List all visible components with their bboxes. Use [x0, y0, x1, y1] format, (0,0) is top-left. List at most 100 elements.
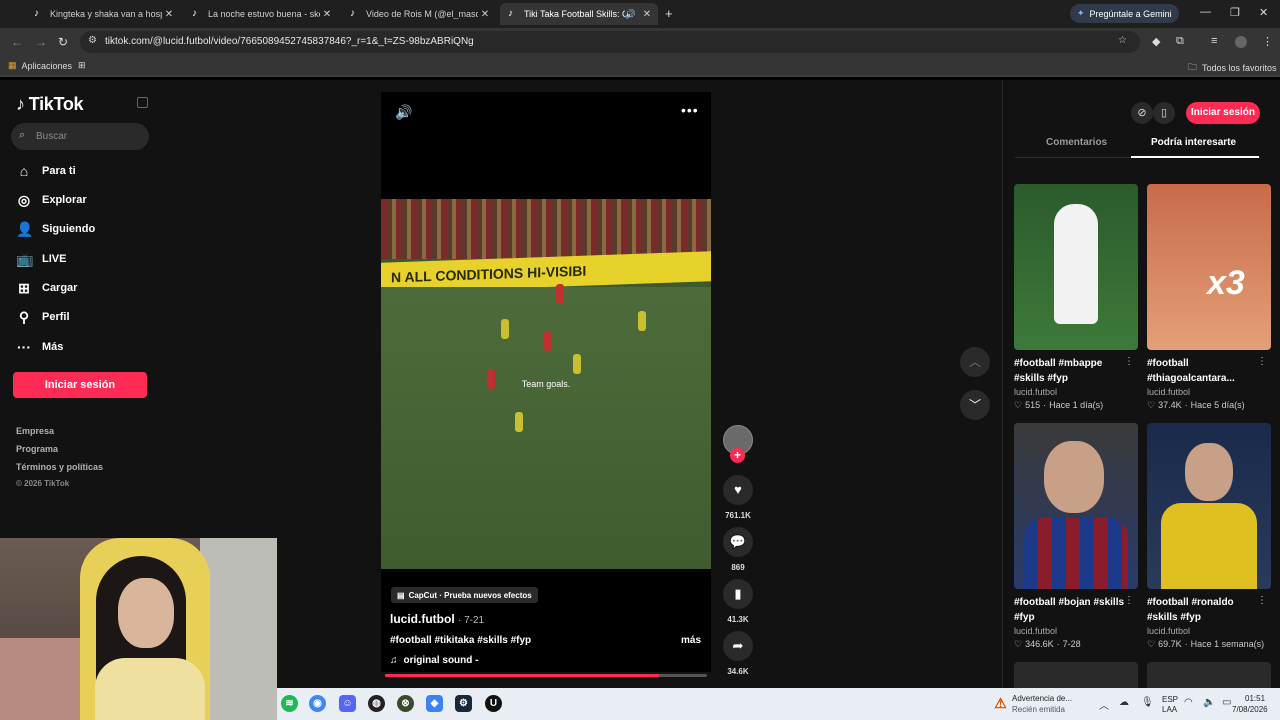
tab-podria-interesarte[interactable]: Podría interesarte	[1151, 137, 1236, 148]
footer-link-programa[interactable]: Programa	[16, 444, 58, 454]
nav-mas[interactable]: ··· Más	[16, 336, 63, 358]
share-button[interactable]: ➦	[723, 631, 753, 661]
collapse-sidebar-icon[interactable]	[137, 97, 148, 108]
forward-icon[interactable]: →	[35, 35, 47, 49]
app-icon[interactable]: ◆	[426, 695, 443, 712]
close-tab-icon[interactable]: ✕	[640, 9, 654, 20]
xbox-icon[interactable]: ⊗	[397, 695, 414, 712]
nav-perfil[interactable]: ⚲ Perfil	[16, 306, 70, 328]
phone-icon[interactable]: ▯	[1153, 102, 1175, 124]
speaker-icon[interactable]: 🔊	[625, 9, 636, 20]
close-tab-icon[interactable]: ✕	[320, 9, 334, 20]
tab-comentarios[interactable]: Comentarios	[1046, 137, 1107, 148]
apps-bookmark[interactable]: ▦ Aplicaciones	[8, 60, 72, 71]
obs-icon[interactable]: ◍	[368, 695, 385, 712]
language-region[interactable]: LAA	[1162, 705, 1177, 714]
close-tab-icon[interactable]: ✕	[478, 9, 492, 20]
video-thumbnail[interactable]	[1147, 423, 1271, 589]
tiktok-logo[interactable]: ♪ TikTok	[16, 94, 84, 115]
card-author[interactable]: lucid.futbol	[1147, 626, 1271, 636]
close-tab-icon[interactable]: ✕	[162, 9, 176, 20]
card-title[interactable]: #football #thiagoalcantara...	[1147, 356, 1262, 386]
clock-date[interactable]: 7/08/2026	[1232, 705, 1268, 714]
video-thumbnail[interactable]	[1014, 184, 1138, 350]
video-card[interactable]: #football #mbappe #skills #fyp ⋮ lucid.f…	[1014, 184, 1138, 411]
wifi-icon[interactable]: ◠	[1184, 697, 1193, 708]
back-icon[interactable]: ←	[11, 35, 23, 49]
volume-tray-icon[interactable]: 🔈	[1203, 697, 1215, 708]
chevron-up-tray-icon[interactable]: ︿	[1099, 697, 1109, 712]
card-title[interactable]: #football #bojan #skills #fyp	[1014, 595, 1129, 625]
language-code[interactable]: ESP	[1162, 695, 1178, 704]
notification-title[interactable]: Advertencia de...	[1012, 694, 1072, 703]
sound-link[interactable]: ♫ original sound -	[390, 655, 479, 666]
more-options-icon[interactable]: •••	[681, 102, 699, 118]
steam-icon[interactable]: ⚙	[455, 695, 472, 712]
nav-live[interactable]: 📺 LIVE	[16, 248, 66, 270]
video-player[interactable]: 🔊 ••• N ALL CONDITIONS HI-VISIBI Team go…	[381, 92, 711, 677]
video-thumbnail[interactable]: x3	[1147, 184, 1271, 350]
cloud-icon[interactable]: ☁	[1119, 697, 1129, 708]
nav-para-ti[interactable]: ⌂ Para ti	[16, 160, 76, 182]
video-frame[interactable]: N ALL CONDITIONS HI-VISIBI Team goals.	[381, 199, 711, 569]
omnibox[interactable]: ⚙ tiktok.com/@lucid.futbol/video/7665089…	[80, 31, 1140, 53]
save-button[interactable]: ▮	[723, 579, 753, 609]
card-more-icon[interactable]: ⋮	[1257, 595, 1267, 606]
profile-avatar[interactable]	[1235, 36, 1247, 48]
video-thumbnail-partial[interactable]	[1014, 662, 1138, 688]
epic-games-icon[interactable]: U	[485, 695, 502, 712]
card-author[interactable]: lucid.futbol	[1014, 626, 1138, 636]
next-video-button[interactable]: ﹀	[960, 390, 990, 420]
login-button-right[interactable]: Iniciar sesión	[1186, 102, 1260, 124]
discord-icon[interactable]: ☺	[339, 695, 356, 712]
capcut-badge[interactable]: ▤ CapCut · Prueba nuevos efectos	[391, 587, 538, 603]
card-more-icon[interactable]: ⋮	[1124, 356, 1134, 367]
nav-explorar[interactable]: ◎ Explorar	[16, 189, 87, 211]
search-input[interactable]	[36, 128, 141, 145]
browser-tab-active[interactable]: ♪ Tiki Taka Football Skills: Ch 🔊 ✕	[500, 3, 658, 25]
close-window-icon[interactable]: ✕	[1259, 6, 1268, 19]
footer-link-empresa[interactable]: Empresa	[16, 426, 54, 436]
battery-icon[interactable]: ▭	[1222, 697, 1231, 708]
media-control-icon[interactable]: ≡	[1211, 35, 1217, 47]
follow-plus-icon[interactable]: +	[730, 448, 745, 463]
microphone-icon[interactable]: 🎙	[1141, 697, 1154, 708]
gemini-button[interactable]: ✦ Pregúntale a Gemini	[1070, 4, 1179, 23]
all-bookmarks[interactable]: 🗀 Todos los favoritos	[1188, 60, 1277, 76]
card-author[interactable]: lucid.futbol	[1014, 387, 1138, 397]
nav-cargar[interactable]: ⊞ Cargar	[16, 277, 77, 299]
maximize-icon[interactable]: ❐	[1230, 6, 1240, 19]
video-progress-bar[interactable]	[385, 674, 707, 677]
video-hashtags[interactable]: #football #tikitaka #skills #fyp	[390, 635, 531, 646]
menu-kebab-icon[interactable]: ⋮	[1262, 35, 1273, 48]
video-card[interactable]: x3 #football #thiagoalcantara... ⋮ lucid…	[1147, 184, 1271, 411]
coin-icon[interactable]: ⊘	[1131, 102, 1153, 124]
footer-link-terminos[interactable]: Términos y políticas	[16, 462, 103, 472]
reload-icon[interactable]: ↻	[58, 35, 68, 49]
card-author[interactable]: lucid.futbol	[1147, 387, 1271, 397]
card-title[interactable]: #football #mbappe #skills #fyp	[1014, 356, 1129, 386]
card-more-icon[interactable]: ⋮	[1124, 595, 1134, 606]
video-card[interactable]: #football #ronaldo #skills #fyp ⋮ lucid.…	[1147, 423, 1271, 650]
nav-siguiendo[interactable]: 👤 Siguiendo	[16, 218, 95, 240]
login-button[interactable]: Iniciar sesión	[13, 372, 147, 398]
video-thumbnail[interactable]	[1014, 423, 1138, 589]
more-description-link[interactable]: más	[681, 635, 701, 646]
extensions-puzzle-icon[interactable]: ⧉	[1176, 35, 1184, 48]
extension-icon[interactable]: ◆	[1152, 35, 1160, 48]
card-more-icon[interactable]: ⋮	[1257, 356, 1267, 367]
spotify-icon[interactable]: ≋	[281, 695, 298, 712]
card-title[interactable]: #football #ronaldo #skills #fyp	[1147, 595, 1262, 625]
browser-tab[interactable]: ♪ Kingteka y shaka van a hospital ✕	[26, 3, 180, 25]
search-box[interactable]: ⌕	[11, 123, 149, 150]
video-thumbnail-partial[interactable]	[1147, 662, 1271, 688]
browser-tab[interactable]: ♪ La noche estuvo buena - sketch ✕	[184, 3, 338, 25]
chrome-icon[interactable]: ◉	[309, 695, 326, 712]
tab-groups-icon[interactable]: ⊞	[78, 60, 86, 71]
previous-video-button[interactable]: ︿	[960, 347, 990, 377]
clock-time[interactable]: 01:51	[1245, 694, 1265, 703]
video-author[interactable]: lucid.futbol · 7-21	[390, 612, 484, 626]
author-name[interactable]: lucid.futbol	[390, 612, 455, 626]
warning-icon[interactable]: ⚠	[992, 695, 1009, 712]
volume-icon[interactable]: 🔊	[395, 104, 412, 121]
